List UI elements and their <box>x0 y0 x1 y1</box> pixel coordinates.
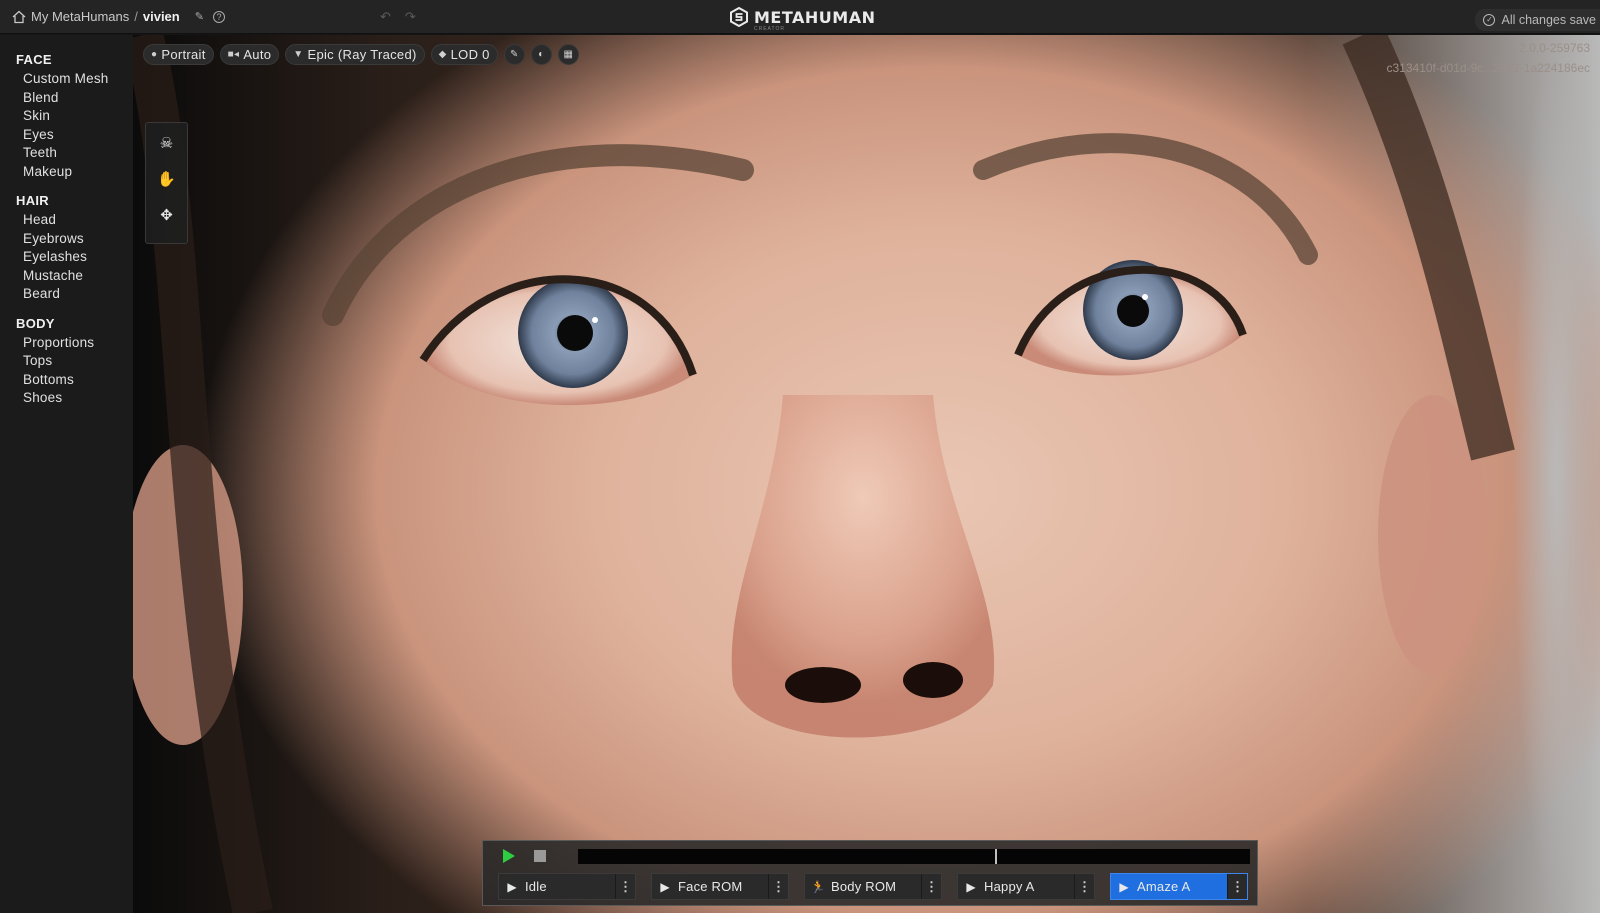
sidebar-item-custom-mesh[interactable]: Custom Mesh <box>0 70 133 89</box>
sidebar-item-shoes[interactable]: Shoes <box>0 389 133 408</box>
save-status: ✓ All changes save <box>1475 9 1600 31</box>
build-hash: c313410f-d01d-9c...2022-1a224186ec <box>1386 61 1591 75</box>
top-bar: My MetaHumans / vivien ✎ ? ↶ ↷ METAHUMAN… <box>0 0 1600 34</box>
skull-icon[interactable]: ☠ <box>157 133 177 153</box>
keyboard-icon: ▦ <box>563 49 573 60</box>
sidebar-item-bottoms[interactable]: Bottoms <box>0 371 133 390</box>
running-icon: 🏃 <box>810 879 826 894</box>
section-face: FACE <box>16 52 52 67</box>
material-button[interactable]: ◐ <box>530 44 552 65</box>
lod-button[interactable]: ◆ LOD 0 <box>430 44 498 65</box>
more-options-icon[interactable]: ⋮ <box>1074 874 1094 899</box>
edit-icon[interactable]: ✎ <box>195 10 204 23</box>
3d-viewport[interactable]: 2.0.0-259763 c313410f-d01d-9c...2022-1a2… <box>133 35 1600 913</box>
quality-button[interactable]: ▼ Epic (Ray Traced) <box>285 44 425 65</box>
breadcrumb-separator: / <box>134 9 138 24</box>
sidebar-item-head[interactable]: Head <box>0 211 133 230</box>
sidebar-item-eyelashes[interactable]: Eyelashes <box>0 248 133 267</box>
camera-pin-icon: ● <box>151 49 158 60</box>
play-circle-icon: ▶ <box>660 879 670 894</box>
metahuman-logo: METAHUMAN CREATOR <box>730 7 876 32</box>
anim-happy-a-button[interactable]: ▶ Happy A ⋮ <box>957 873 1095 900</box>
sidebar-item-blend[interactable]: Blend <box>0 89 133 108</box>
section-hair: HAIR <box>16 193 49 208</box>
cube-icon: ◆ <box>438 49 447 60</box>
quality-label: Epic (Ray Traced) <box>307 47 417 62</box>
save-status-text: All changes save <box>1501 13 1596 27</box>
anim-label: Face ROM <box>678 879 743 894</box>
more-options-icon[interactable]: ⋮ <box>921 874 941 899</box>
version-info: 2.0.0-259763 c313410f-d01d-9c...2022-1a2… <box>1387 38 1591 78</box>
animation-player: ▶ Idle ⋮ ▶ Face ROM ⋮ 🏃 Body ROM ⋮ ▶ Hap… <box>482 840 1258 906</box>
left-eye <box>419 275 697 406</box>
home-icon[interactable] <box>12 10 26 24</box>
brush-button[interactable]: ✎ <box>503 44 525 65</box>
sidebar: FACE Custom Mesh Blend Skin Eyes Teeth M… <box>0 35 133 913</box>
camera-button[interactable]: ● Portrait <box>143 44 214 65</box>
video-camera-icon: ■◂ <box>227 49 240 60</box>
lighting-button[interactable]: ■◂ Auto <box>219 44 280 65</box>
sidebar-item-eyebrows[interactable]: Eyebrows <box>0 230 133 249</box>
undo-icon[interactable]: ↶ <box>380 9 391 25</box>
redo-icon[interactable]: ↷ <box>405 9 416 25</box>
sidebar-item-mustache[interactable]: Mustache <box>0 267 133 286</box>
logo-text: METAHUMAN <box>754 7 876 27</box>
version-number: 2.0.0-259763 <box>1519 41 1590 55</box>
more-options-icon[interactable]: ⋮ <box>768 874 788 899</box>
logo-subtext: CREATOR <box>754 26 785 32</box>
breadcrumb: My MetaHumans / vivien ✎ ? <box>12 9 225 24</box>
play-circle-icon: ▶ <box>507 879 517 894</box>
play-circle-icon: ▶ <box>966 879 976 894</box>
breadcrumb-root[interactable]: My MetaHumans <box>31 9 129 24</box>
hand-icon[interactable]: ✋ <box>157 169 177 189</box>
play-button[interactable] <box>503 849 515 863</box>
diamond-icon: ▼ <box>293 49 304 60</box>
right-eye <box>1014 260 1247 376</box>
lod-label: LOD 0 <box>450 47 490 62</box>
camera-label: Portrait <box>161 47 206 62</box>
anim-label: Amaze A <box>1137 879 1191 894</box>
animation-list: ▶ Idle ⋮ ▶ Face ROM ⋮ 🏃 Body ROM ⋮ ▶ Hap… <box>498 873 1248 900</box>
sidebar-item-tops[interactable]: Tops <box>0 352 133 371</box>
brush-icon: ✎ <box>510 49 519 60</box>
help-icon[interactable]: ? <box>212 10 225 23</box>
sidebar-item-makeup[interactable]: Makeup <box>0 163 133 182</box>
undo-redo-group: ↶ ↷ <box>380 9 416 25</box>
playhead[interactable] <box>994 849 997 864</box>
anim-face-rom-button[interactable]: ▶ Face ROM ⋮ <box>651 873 789 900</box>
keyboard-button[interactable]: ▦ <box>557 44 579 65</box>
stop-button[interactable] <box>534 850 546 862</box>
anim-label: Idle <box>525 879 547 894</box>
sidebar-item-proportions[interactable]: Proportions <box>0 334 133 353</box>
sidebar-item-eyes[interactable]: Eyes <box>0 126 133 145</box>
anim-body-rom-button[interactable]: 🏃 Body ROM ⋮ <box>804 873 942 900</box>
face-render <box>133 35 1600 913</box>
breadcrumb-current: vivien <box>142 9 180 24</box>
play-circle-icon: ▶ <box>1119 879 1129 894</box>
sidebar-item-beard[interactable]: Beard <box>0 285 133 304</box>
check-circle-icon: ✓ <box>1483 14 1496 26</box>
metahuman-logo-icon <box>730 7 748 27</box>
section-body: BODY <box>16 315 55 331</box>
viewport-toolbar: ● Portrait ■◂ Auto ▼ Epic (Ray Traced) ◆… <box>143 44 579 65</box>
more-options-icon[interactable]: ⋮ <box>615 874 635 899</box>
lighting-label: Auto <box>243 47 272 62</box>
timeline-scrubber[interactable] <box>578 849 1250 864</box>
more-options-icon[interactable]: ⋮ <box>1227 874 1247 899</box>
anim-amaze-a-button[interactable]: ▶ Amaze A ⋮ <box>1110 873 1248 900</box>
sidebar-item-skin[interactable]: Skin <box>0 107 133 126</box>
anim-label: Happy A <box>984 879 1035 894</box>
anim-label: Body ROM <box>831 879 897 894</box>
move-icon[interactable]: ✥ <box>157 205 177 225</box>
sphere-icon: ◐ <box>538 49 545 60</box>
sidebar-item-teeth[interactable]: Teeth <box>0 144 133 163</box>
anim-idle-button[interactable]: ▶ Idle ⋮ <box>498 873 636 900</box>
viewport-tools: ☠ ✋ ✥ <box>145 122 188 244</box>
